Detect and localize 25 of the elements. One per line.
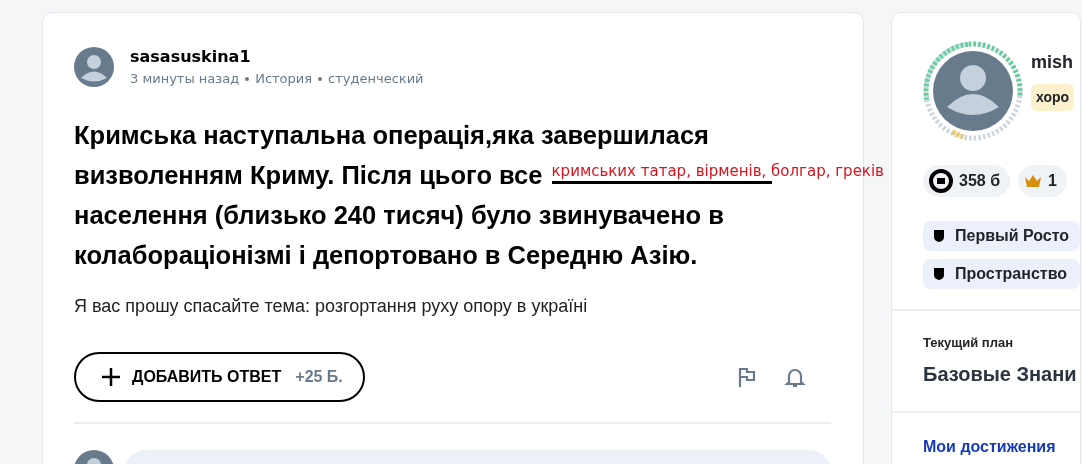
achievements-link[interactable]: Мои достижения [923,434,1080,459]
separator-dot [245,76,250,81]
avatar-icon[interactable] [74,46,114,87]
coin-icon [929,169,953,193]
rank-badge: хоро [1031,84,1075,111]
points-text: 358 б [959,171,1001,191]
plan-label: Текущий план [923,334,1015,352]
question-body: Я вас прошу спасайте тема: розгортання руху опору в україні [74,294,589,318]
separator-dot [318,76,323,81]
achievement-badge[interactable]: Первый Росто [923,221,1080,251]
crowns-text: 1 [1048,171,1057,191]
achievement-badge[interactable]: Пространство [923,259,1080,289]
author-link[interactable]: sasasuskina1 [130,45,424,69]
plus-icon [100,365,122,388]
handwritten-answer: кримських татар, вірменів, болгар, греків [551,161,884,180]
shield-icon [933,267,945,281]
subject-link[interactable]: История [255,69,313,89]
crown-icon [1024,173,1043,189]
add-answer-button[interactable]: ДОБАВИТЬ ОТВЕТ +25 Б. [74,351,365,402]
plan-name: Базовые Знани [923,361,1078,387]
time-text: 3 минуты назад [130,70,240,88]
user-name[interactable]: mish [1031,49,1075,76]
shield-icon [933,229,945,243]
avatar-icon[interactable] [923,41,1023,141]
level-text: студенческий [328,70,424,88]
